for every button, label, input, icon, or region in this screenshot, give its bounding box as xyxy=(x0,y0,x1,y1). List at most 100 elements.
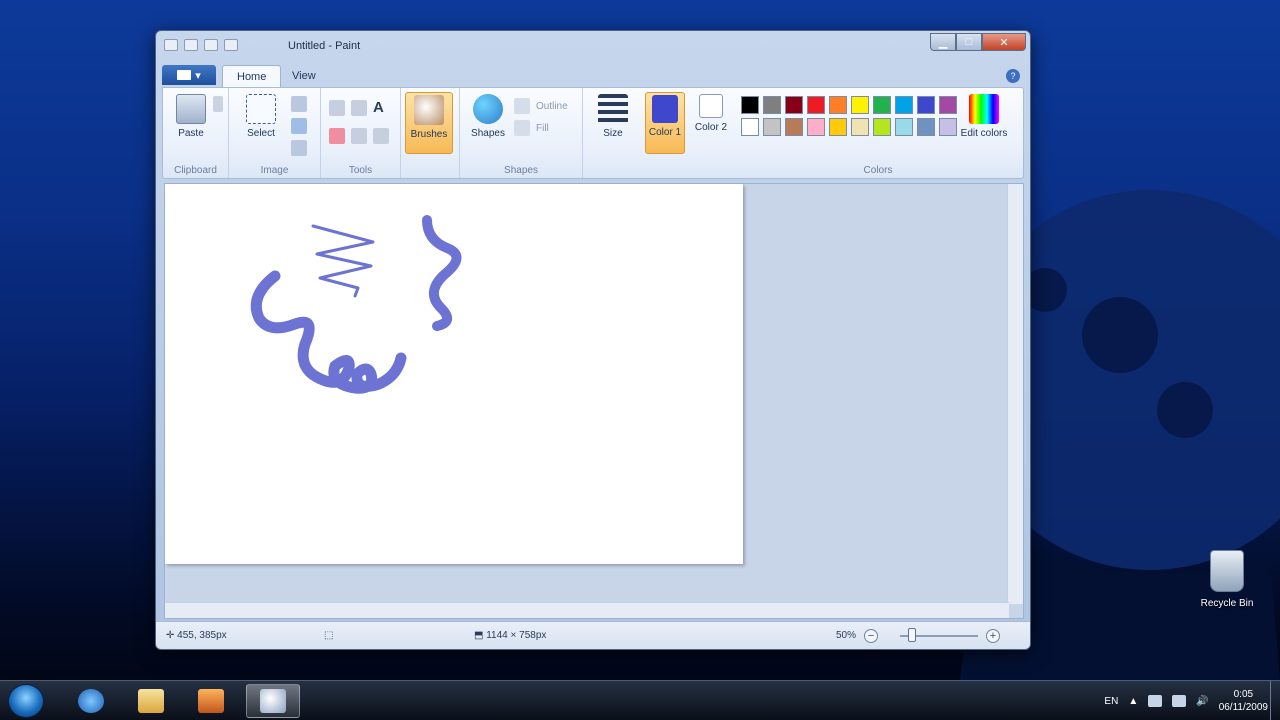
close-button[interactable]: ✕ xyxy=(982,33,1026,51)
network-icon[interactable] xyxy=(1172,695,1187,707)
zoom-in-button[interactable]: + xyxy=(986,629,1000,643)
paste-label: Paste xyxy=(178,128,204,139)
help-icon[interactable]: ? xyxy=(1006,69,1020,83)
crop-icon[interactable] xyxy=(291,96,307,112)
cursor-position: ✛ 455, 385px xyxy=(166,630,227,641)
color-swatch[interactable] xyxy=(851,118,869,136)
save-icon[interactable] xyxy=(184,39,198,51)
wave-stroke xyxy=(422,215,462,331)
color1-button[interactable]: Color 1 xyxy=(645,92,685,154)
color2-button[interactable]: Color 2 xyxy=(691,92,731,154)
selection-icon: ⬚ xyxy=(324,630,334,641)
outline-icon xyxy=(514,98,530,114)
color-swatch[interactable] xyxy=(829,118,847,136)
status-bar: ✛ 455, 385px ⬚ ⬒ 1144 × 758px 50% − + xyxy=(156,621,1030,649)
color-swatch[interactable] xyxy=(873,96,891,114)
paint-window: Untitled - Paint ▁ □ ✕ ▾ Home View ? Pas… xyxy=(155,30,1031,650)
color1-label: Color 1 xyxy=(648,127,682,138)
color-swatch[interactable] xyxy=(741,118,759,136)
size-button[interactable]: Size xyxy=(589,92,637,154)
taskbar-explorer[interactable] xyxy=(124,684,178,718)
color-swatch[interactable] xyxy=(917,118,935,136)
color-swatch[interactable] xyxy=(807,96,825,114)
color-swatch[interactable] xyxy=(763,96,781,114)
image-group-label: Image xyxy=(260,165,289,176)
eraser-icon[interactable] xyxy=(329,128,345,144)
maximize-button[interactable]: □ xyxy=(956,33,982,51)
fill-button[interactable]: Fill xyxy=(514,120,549,136)
magnifier-icon[interactable] xyxy=(373,128,389,144)
paste-button[interactable]: Paste xyxy=(167,92,215,154)
clock[interactable]: 0:05 06/11/2009 xyxy=(1219,688,1268,714)
color-swatch[interactable] xyxy=(785,118,803,136)
clipboard-group: Paste Clipboard xyxy=(163,88,229,178)
paste-icon xyxy=(176,94,206,124)
shapes-label: Shapes xyxy=(471,128,505,139)
color-swatch[interactable] xyxy=(763,118,781,136)
zoom-level: 50% xyxy=(836,630,857,641)
recycle-bin-icon xyxy=(1210,550,1244,592)
outline-label: Outline xyxy=(536,100,568,112)
action-center-icon[interactable] xyxy=(1148,695,1163,707)
drawing-canvas[interactable] xyxy=(165,184,743,564)
redo-icon[interactable] xyxy=(224,39,238,51)
tab-home[interactable]: Home xyxy=(222,65,282,87)
color-swatch[interactable] xyxy=(851,96,869,114)
canvas-size-text: 1144 × 758px xyxy=(486,630,547,641)
tab-view[interactable]: View xyxy=(278,65,330,87)
cut-button[interactable] xyxy=(213,96,223,112)
undo-icon[interactable] xyxy=(204,39,218,51)
resize-icon[interactable] xyxy=(291,118,307,134)
recycle-bin-desktop-icon[interactable]: Recycle Bin xyxy=(1192,550,1262,620)
app-icon xyxy=(164,39,178,51)
edit-colors-button[interactable]: Edit colors xyxy=(955,92,1013,154)
color-swatch[interactable] xyxy=(785,96,803,114)
tools-row-2 xyxy=(329,128,389,144)
shapes-group: Shapes Outline Fill Shapes xyxy=(459,88,583,178)
volume-icon[interactable]: 🔊 xyxy=(1196,696,1208,707)
edit-colors-icon xyxy=(969,94,999,124)
image-tools xyxy=(291,96,307,156)
image-group: Select Image xyxy=(229,88,321,178)
language-indicator[interactable]: EN xyxy=(1104,696,1118,707)
vertical-scrollbar[interactable] xyxy=(1007,184,1023,604)
color-swatch[interactable] xyxy=(895,96,913,114)
color-palette xyxy=(741,96,957,136)
fill-bucket-icon[interactable] xyxy=(351,100,367,116)
shapes-button[interactable]: Shapes xyxy=(464,92,512,154)
taskbar-paint[interactable] xyxy=(246,684,300,718)
color-swatch[interactable] xyxy=(829,96,847,114)
color-swatch[interactable] xyxy=(741,96,759,114)
rotate-icon[interactable] xyxy=(291,140,307,156)
start-button[interactable] xyxy=(8,684,44,718)
zoom-slider-thumb[interactable] xyxy=(908,628,916,642)
cursor-icon: ✛ xyxy=(166,630,178,641)
title-bar[interactable]: Untitled - Paint ▁ □ ✕ xyxy=(156,31,1030,61)
brushes-button[interactable]: Brushes xyxy=(405,92,453,154)
taskbar-internet-explorer[interactable] xyxy=(64,684,118,718)
fill-label: Fill xyxy=(536,122,549,134)
minimize-icon: ▁ xyxy=(938,36,948,49)
color-swatch[interactable] xyxy=(807,118,825,136)
zoom-out-button[interactable]: − xyxy=(864,629,878,643)
tray-expand-icon[interactable]: ▲ xyxy=(1128,696,1138,707)
show-desktop-button[interactable] xyxy=(1270,681,1280,720)
taskbar-media-player[interactable] xyxy=(184,684,238,718)
paint-icon xyxy=(260,689,286,713)
color-swatch[interactable] xyxy=(895,118,913,136)
minimize-button[interactable]: ▁ xyxy=(930,33,956,51)
text-tool-icon[interactable]: A xyxy=(373,100,389,116)
pencil-icon[interactable] xyxy=(329,100,345,116)
color-swatch[interactable] xyxy=(873,118,891,136)
select-button[interactable]: Select xyxy=(237,92,285,154)
fill-icon xyxy=(514,120,530,136)
shapes-icon xyxy=(473,94,503,124)
paint-menu-button[interactable]: ▾ xyxy=(162,65,216,85)
color-swatch[interactable] xyxy=(917,96,935,114)
size-icon xyxy=(598,94,628,124)
horizontal-scrollbar[interactable] xyxy=(165,602,1009,618)
chevron-down-icon: ▾ xyxy=(195,69,201,82)
color-picker-icon[interactable] xyxy=(351,128,367,144)
tools-row-1: A xyxy=(329,100,389,116)
outline-button[interactable]: Outline xyxy=(514,98,568,114)
